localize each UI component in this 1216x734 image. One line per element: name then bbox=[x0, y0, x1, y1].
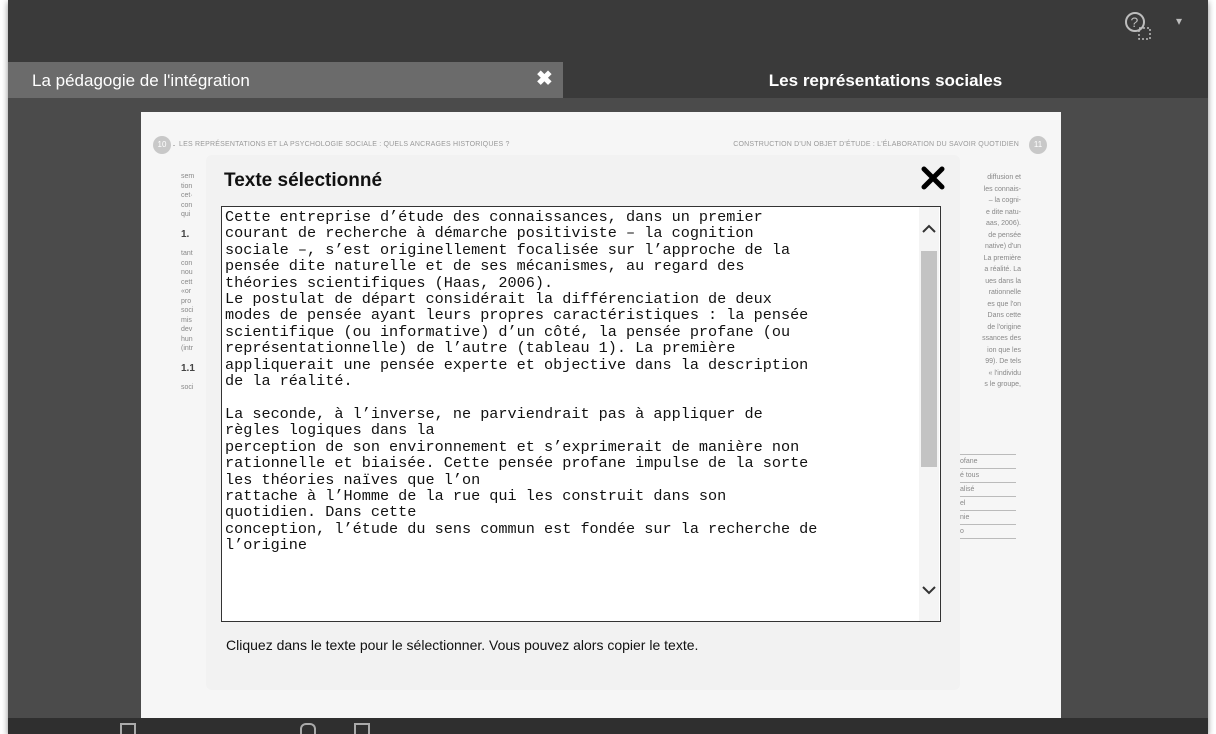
table-cell: el bbox=[956, 497, 1016, 511]
section-number: 1.1 bbox=[181, 362, 195, 374]
page-right-text-column: diffusion et les connais- – la cogni- e … bbox=[956, 172, 1021, 391]
text-fragment: cett bbox=[181, 278, 193, 286]
page-number-left: 10 bbox=[153, 136, 171, 154]
scroll-up-icon[interactable] bbox=[922, 224, 936, 234]
tab-pedagogie-integration[interactable]: La pédagogie de l'intégration ✖ bbox=[8, 62, 563, 98]
tab-label: La pédagogie de l'intégration bbox=[32, 71, 250, 90]
text-fragment: les connais- bbox=[983, 185, 1021, 193]
text-fragment: a réalité. La bbox=[984, 266, 1021, 273]
running-header-right: CONSTRUCTION D'UN OBJET D'ÉTUDE : L'ÉLAB… bbox=[733, 141, 1019, 148]
toolbar-icon[interactable] bbox=[354, 723, 370, 734]
selected-text-content[interactable]: Cette entreprise d’étude des connaissanc… bbox=[225, 209, 909, 554]
selected-text-dialog: Texte sélectionné Cette entreprise d’étu… bbox=[206, 155, 960, 690]
text-fragment: nou bbox=[181, 269, 193, 276]
table-cell: ofane bbox=[956, 455, 1016, 469]
text-fragment: con bbox=[181, 201, 193, 209]
table-cell: nie bbox=[956, 511, 1016, 525]
page-left-text-column: sem tion cet· con qui 1. tant con nou ce… bbox=[181, 172, 209, 393]
toolbar-icon[interactable] bbox=[300, 723, 316, 734]
text-fragment: native) d'un bbox=[985, 243, 1021, 250]
text-fragment: cet· bbox=[181, 192, 193, 199]
help-selection-icon[interactable]: ? bbox=[1123, 10, 1153, 44]
table-cell: alisé bbox=[956, 483, 1016, 497]
running-header-left: LES REPRÉSENTATIONS ET LA PSYCHOLOGIE SO… bbox=[179, 141, 510, 148]
text-fragment: La première bbox=[983, 254, 1021, 262]
text-fragment: 99). De tels bbox=[985, 358, 1021, 365]
text-fragment: ues dans la bbox=[985, 277, 1021, 285]
tab-representations-sociales[interactable]: Les représentations sociales bbox=[563, 62, 1208, 98]
toolbar-icon[interactable] bbox=[120, 723, 136, 734]
text-fragment: Dans cette bbox=[987, 312, 1021, 319]
text-fragment: aas, 2006). bbox=[985, 220, 1021, 227]
text-fragment: pro bbox=[181, 297, 192, 305]
text-fragment: dev bbox=[181, 326, 193, 333]
scroll-down-icon[interactable] bbox=[922, 585, 936, 595]
text-fragment: sem bbox=[181, 173, 195, 180]
dropdown-caret-icon[interactable]: ▾ bbox=[1176, 15, 1190, 27]
text-fragment: ion que les bbox=[987, 346, 1021, 354]
tab-bar: La pédagogie de l'intégration ✖ Les repr… bbox=[8, 62, 1208, 98]
text-scrollbar[interactable] bbox=[919, 207, 939, 621]
svg-text:?: ? bbox=[1131, 14, 1139, 30]
text-fragment: mis bbox=[181, 316, 192, 324]
text-fragment: tion bbox=[181, 182, 193, 190]
page-table-fragment: ofane é tous alisé el nie o bbox=[956, 454, 1016, 539]
text-fragment: ssances des bbox=[982, 335, 1021, 342]
dialog-hint: Cliquez dans le texte pour le sélectionn… bbox=[226, 637, 699, 653]
text-fragment: tant bbox=[181, 250, 193, 257]
selected-text-area[interactable]: Cette entreprise d’étude des connaissanc… bbox=[221, 206, 941, 622]
app-window: ? ▾ La pédagogie de l'intégration ✖ Les … bbox=[8, 0, 1208, 734]
text-fragment: rationnelle bbox=[988, 289, 1021, 296]
text-fragment: soci bbox=[181, 307, 194, 314]
text-fragment: e dite natu- bbox=[985, 208, 1021, 216]
text-fragment: «or bbox=[181, 288, 192, 295]
text-fragment: – la cogni- bbox=[988, 197, 1021, 204]
header-rule bbox=[173, 145, 175, 146]
top-toolbar: ? ▾ bbox=[8, 0, 1208, 62]
tab-label: Les représentations sociales bbox=[768, 71, 1003, 90]
section-number: 1. bbox=[181, 228, 190, 240]
scrollbar-thumb[interactable] bbox=[921, 251, 937, 467]
text-fragment: qui bbox=[181, 211, 191, 218]
close-tab-icon[interactable]: ✖ bbox=[536, 69, 554, 89]
dialog-title: Texte sélectionné bbox=[224, 170, 383, 191]
text-fragment: de l'origine bbox=[987, 323, 1021, 331]
bottom-toolbar bbox=[8, 718, 1208, 734]
page-number-right: 11 bbox=[1029, 136, 1047, 154]
text-fragment: con bbox=[181, 259, 193, 267]
text-fragment: « l'individu bbox=[988, 369, 1021, 377]
text-fragment: es que l'on bbox=[987, 300, 1021, 308]
text-fragment: diffusion et bbox=[987, 174, 1021, 181]
table-cell: é tous bbox=[956, 469, 1016, 483]
text-fragment: (intr bbox=[181, 345, 194, 352]
text-fragment: s le groupe, bbox=[984, 381, 1021, 388]
table-cell: o bbox=[956, 525, 1016, 539]
text-fragment: soci bbox=[181, 384, 194, 391]
close-icon[interactable] bbox=[920, 165, 946, 191]
text-fragment: de pensée bbox=[988, 231, 1021, 239]
text-fragment: hun bbox=[181, 335, 193, 343]
